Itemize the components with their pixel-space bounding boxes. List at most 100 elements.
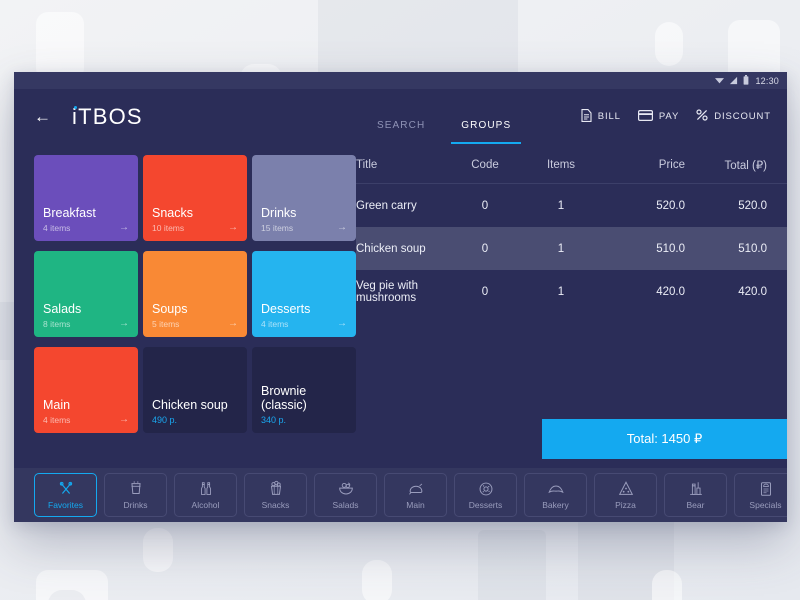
- category-tile[interactable]: Breakfast 4 items →: [34, 155, 138, 241]
- tile-subtitle: 5 items: [152, 319, 180, 329]
- cell-code: 0: [481, 199, 489, 212]
- nav-item-favorites[interactable]: Favorites: [34, 473, 97, 517]
- category-tile[interactable]: Soups 5 items →: [143, 251, 247, 337]
- cell-title: Chicken soup: [356, 242, 426, 255]
- cell-title: Veg pie with mushrooms: [356, 279, 419, 304]
- signal-icon: [729, 72, 738, 90]
- header-actions: BILL PAY DISCOUNT: [581, 108, 771, 125]
- category-tile-grid: Breakfast 4 items → Snacks 10 items → Drinks 15…: [34, 155, 356, 433]
- donut-icon: [477, 480, 495, 498]
- table-row[interactable]: Veg pie with mushrooms 0 1 420.0 420.0: [356, 270, 787, 313]
- nav-item-salads[interactable]: Salads: [314, 473, 377, 517]
- tile-subtitle: 15 items: [261, 223, 294, 233]
- total-button[interactable]: Total: 1450 ₽: [542, 419, 787, 459]
- cell-price: 510.0: [656, 242, 685, 255]
- app-brand: iTBOS: [72, 104, 143, 130]
- category-tile[interactable]: Drinks 15 items →: [252, 155, 356, 241]
- nav-item-label: Salads: [332, 500, 359, 511]
- column-price: Price: [658, 159, 685, 171]
- coffee-cup-icon: [127, 480, 145, 498]
- pos-app-window: 12:30 ← iTBOS SEARCH GROUPS BILL PAY DIS…: [14, 72, 787, 522]
- tile-subtitle: 4 items: [43, 223, 71, 233]
- arrow-right-icon: →: [228, 318, 238, 329]
- nav-item-bear[interactable]: Bear: [664, 473, 727, 517]
- nav-item-alcohol[interactable]: Alcohol: [174, 473, 237, 517]
- nav-item-label: Snacks: [261, 500, 290, 511]
- category-tile[interactable]: Chicken soup 490 p.: [143, 347, 247, 433]
- battery-icon: [743, 72, 749, 90]
- table-row[interactable]: Chicken soup 0 1 510.0 510.0: [356, 227, 787, 270]
- nav-item-bakery[interactable]: Bakery: [524, 473, 587, 517]
- bill-label: BILL: [597, 111, 621, 122]
- column-items: Items: [546, 159, 576, 171]
- tile-subtitle: 490 p.: [152, 415, 178, 425]
- tile-title: Drinks: [261, 206, 297, 220]
- table-header-row: Title Code Items Price Total (₽): [356, 144, 787, 184]
- tile-title: Chicken soup: [152, 398, 228, 412]
- arrow-right-icon: →: [337, 318, 347, 329]
- arrow-right-icon: →: [119, 414, 129, 425]
- tile-title: Desserts: [261, 302, 311, 316]
- nav-item-pizza[interactable]: Pizza: [594, 473, 657, 517]
- tile-subtitle: 340 p.: [261, 415, 287, 425]
- arrow-right-icon: →: [228, 222, 238, 233]
- cell-price: 520.0: [656, 199, 685, 212]
- nav-item-label: Desserts: [468, 500, 503, 511]
- tile-title: Brownie (classic): [261, 384, 307, 412]
- beer-icon: [687, 480, 705, 498]
- nav-item-label: Specials: [749, 500, 782, 511]
- cutlery-icon: [57, 480, 75, 498]
- discount-label: DISCOUNT: [714, 111, 771, 122]
- cell-items: 1: [557, 199, 565, 212]
- nav-item-desserts[interactable]: Desserts: [454, 473, 517, 517]
- tab-groups[interactable]: GROUPS: [443, 121, 529, 144]
- nav-item-label: Alcohol: [191, 500, 220, 511]
- percent-icon: [696, 109, 708, 124]
- cell-items: 1: [557, 242, 565, 255]
- pizza-icon: [617, 480, 635, 498]
- tile-title: Soups: [152, 302, 188, 316]
- nav-item-specials[interactable]: Specials: [734, 473, 787, 517]
- category-tile[interactable]: Snacks 10 items →: [143, 155, 247, 241]
- category-tile[interactable]: Desserts 4 items →: [252, 251, 356, 337]
- tile-title: Breakfast: [43, 206, 96, 220]
- column-total: Total (₽): [724, 160, 767, 172]
- cell-total: 520.0: [738, 199, 767, 212]
- tile-footer: 340 p.: [261, 415, 347, 425]
- bill-button[interactable]: BILL: [581, 108, 621, 125]
- brand-text: iTBOS: [72, 103, 143, 129]
- nav-item-drinks[interactable]: Drinks: [104, 473, 167, 517]
- cell-title: Green carry: [356, 199, 417, 212]
- table-row[interactable]: Green carry 0 1 520.0 520.0: [356, 184, 787, 227]
- card-icon: [637, 109, 653, 124]
- arrow-right-icon: →: [337, 222, 347, 233]
- menu-card-icon: [757, 480, 775, 498]
- cell-total: 420.0: [738, 285, 767, 298]
- document-icon: [581, 108, 592, 125]
- cell-price: 420.0: [656, 285, 685, 298]
- discount-button[interactable]: DISCOUNT: [696, 109, 771, 124]
- category-tile[interactable]: Salads 8 items →: [34, 251, 138, 337]
- nav-item-snacks[interactable]: Snacks: [244, 473, 307, 517]
- tile-subtitle: 4 items: [43, 415, 71, 425]
- brand-dot: [74, 105, 77, 109]
- app-body: Breakfast 4 items → Snacks 10 items → Drinks 15…: [14, 144, 787, 468]
- cell-code: 0: [481, 285, 489, 298]
- tile-footer: 4 items →: [43, 414, 129, 426]
- nav-item-label: Drinks: [123, 500, 148, 511]
- arrow-right-icon: →: [119, 222, 129, 233]
- category-tile[interactable]: Brownie (classic) 340 p.: [252, 347, 356, 433]
- category-tile[interactable]: Main 4 items →: [34, 347, 138, 433]
- pay-label: PAY: [658, 111, 680, 122]
- back-arrow-icon[interactable]: ←: [34, 108, 54, 125]
- tab-search[interactable]: SEARCH: [359, 121, 443, 144]
- pay-button[interactable]: PAY: [637, 109, 680, 124]
- tile-footer: 490 p.: [152, 415, 238, 425]
- nav-item-main[interactable]: Main: [384, 473, 447, 517]
- category-bottom-nav[interactable]: Favorites Drinks Alcohol Snacks Salads Main De…: [14, 468, 787, 522]
- tile-title: Snacks: [152, 206, 193, 220]
- roast-icon: [407, 480, 425, 498]
- tile-footer: 5 items →: [152, 318, 238, 330]
- cell-code: 0: [481, 242, 489, 255]
- nav-item-label: Bakery: [542, 500, 569, 511]
